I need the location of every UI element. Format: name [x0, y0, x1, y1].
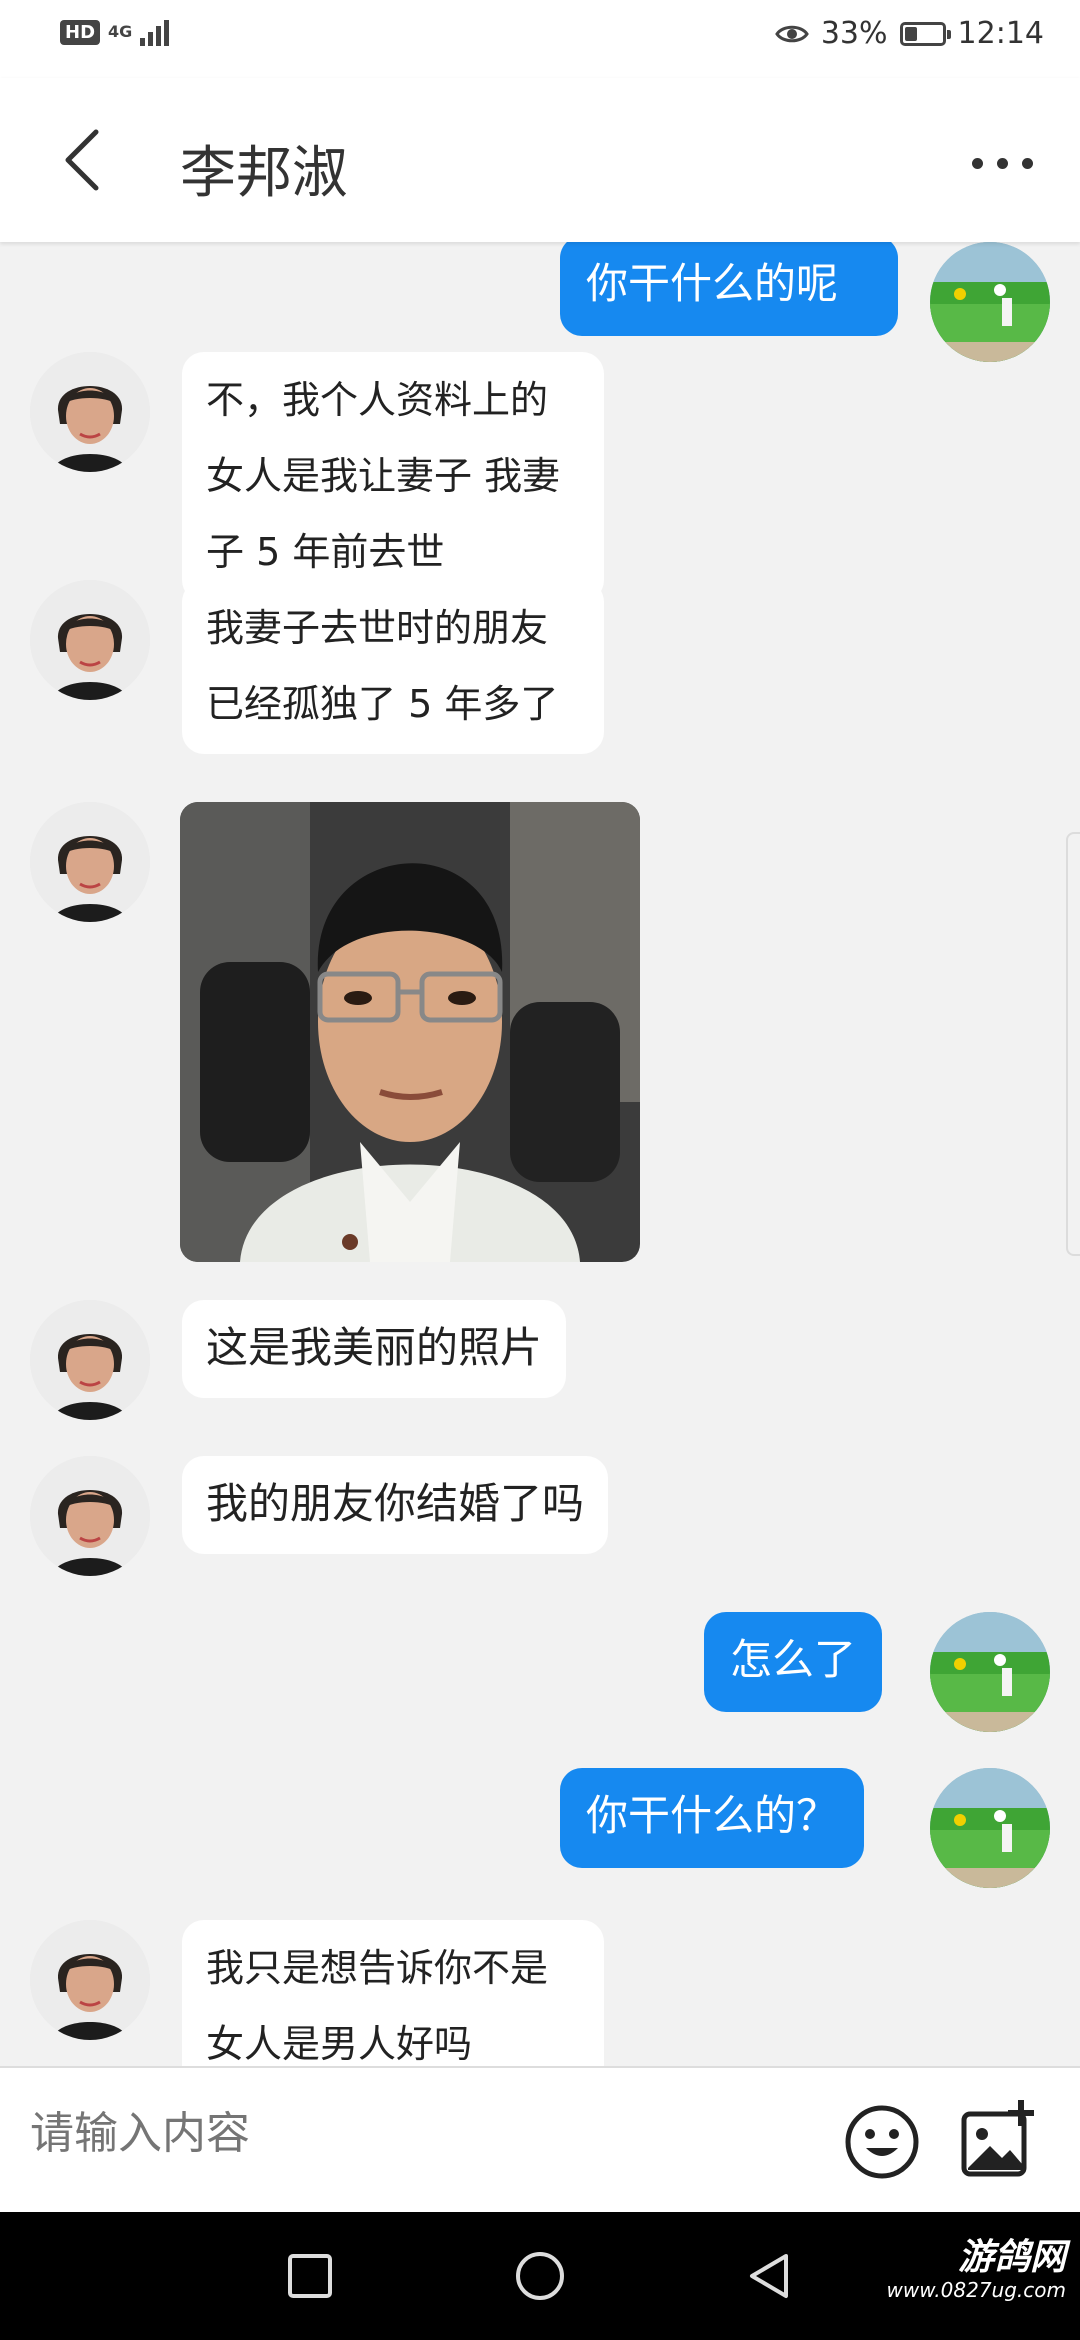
- battery-level: [904, 26, 917, 41]
- triangle-back-icon: [750, 2254, 788, 2298]
- contact-avatar[interactable]: [30, 1920, 150, 2040]
- system-navigation-bar: 游鸽网 www.0827ug.com: [0, 2212, 1080, 2340]
- smiley-icon: [845, 2105, 919, 2179]
- more-button[interactable]: [972, 148, 1052, 178]
- status-right: 33% 12:14: [775, 16, 1044, 51]
- more-horizontal-icon: [972, 157, 983, 169]
- contact-avatar[interactable]: [30, 1456, 150, 1576]
- circle-icon: [516, 2252, 564, 2300]
- home-button[interactable]: [510, 2246, 570, 2306]
- more-dot: [997, 157, 1008, 169]
- composer: [0, 2066, 1080, 2212]
- message-bubble[interactable]: 我妻子去世时的朋友已经孤独了 5 年多了: [182, 580, 604, 754]
- battery-icon: [899, 21, 951, 46]
- message-bubble[interactable]: 不，我个人资料上的女人是我让妻子 我妻子 5 年前去世: [182, 352, 604, 602]
- status-left: HD 4G: [60, 18, 170, 46]
- watermark-brand: 游鸽网: [957, 2237, 1066, 2278]
- clock: 12:14: [957, 16, 1044, 51]
- signal-icon: [140, 18, 170, 46]
- contact-avatar[interactable]: [30, 352, 150, 472]
- contact-avatar[interactable]: [30, 1300, 150, 1420]
- message-bubble[interactable]: 你干什么的呢: [560, 242, 898, 336]
- message-bubble[interactable]: 这是我美丽的照片: [182, 1300, 567, 1398]
- eye-icon: [775, 25, 809, 42]
- message-list[interactable]: 你干什么的呢 不，我个人资料上的女人是我让妻子 我妻子 5 年前去世 我妻子去世…: [0, 242, 1080, 2066]
- back-button[interactable]: [54, 124, 114, 196]
- hd-indicator: HD: [60, 19, 101, 45]
- emoji-button[interactable]: [842, 2102, 922, 2182]
- watermark: 游鸽网 www.0827ug.com: [886, 2237, 1067, 2303]
- page-title: 李邦淑: [180, 141, 348, 206]
- watermark-url: www.0827ug.com: [886, 2278, 1067, 2302]
- my-avatar[interactable]: [930, 1612, 1050, 1732]
- status-bar: HD 4G 33% 12:14: [0, 0, 1080, 78]
- message-bubble[interactable]: 怎么了: [704, 1612, 883, 1712]
- photo-message[interactable]: [180, 802, 640, 1262]
- more-dot: [1022, 157, 1033, 169]
- back-nav-button[interactable]: [740, 2246, 800, 2306]
- message-bubble[interactable]: 你干什么的？: [560, 1768, 865, 1868]
- square-icon: [288, 2254, 332, 2298]
- message-input[interactable]: [30, 2108, 790, 2159]
- add-image-button[interactable]: [958, 2098, 1042, 2182]
- recents-button[interactable]: [280, 2246, 340, 2306]
- chat-header: 李邦淑: [0, 78, 1080, 242]
- contact-avatar[interactable]: [30, 802, 150, 922]
- contact-avatar[interactable]: [30, 580, 150, 700]
- my-avatar[interactable]: [930, 242, 1050, 362]
- chevron-left-icon: [65, 129, 99, 191]
- message-bubble[interactable]: 我的朋友你结婚了吗: [182, 1456, 609, 1554]
- add-image-icon: [961, 2100, 1034, 2177]
- battery-percent: 33%: [820, 16, 888, 51]
- message-bubble[interactable]: 我只是想告诉你不是女人是男人好吗: [182, 1920, 604, 2066]
- scrollbar[interactable]: [1066, 832, 1080, 1256]
- my-avatar[interactable]: [930, 1768, 1050, 1888]
- network-type: 4G: [108, 22, 133, 41]
